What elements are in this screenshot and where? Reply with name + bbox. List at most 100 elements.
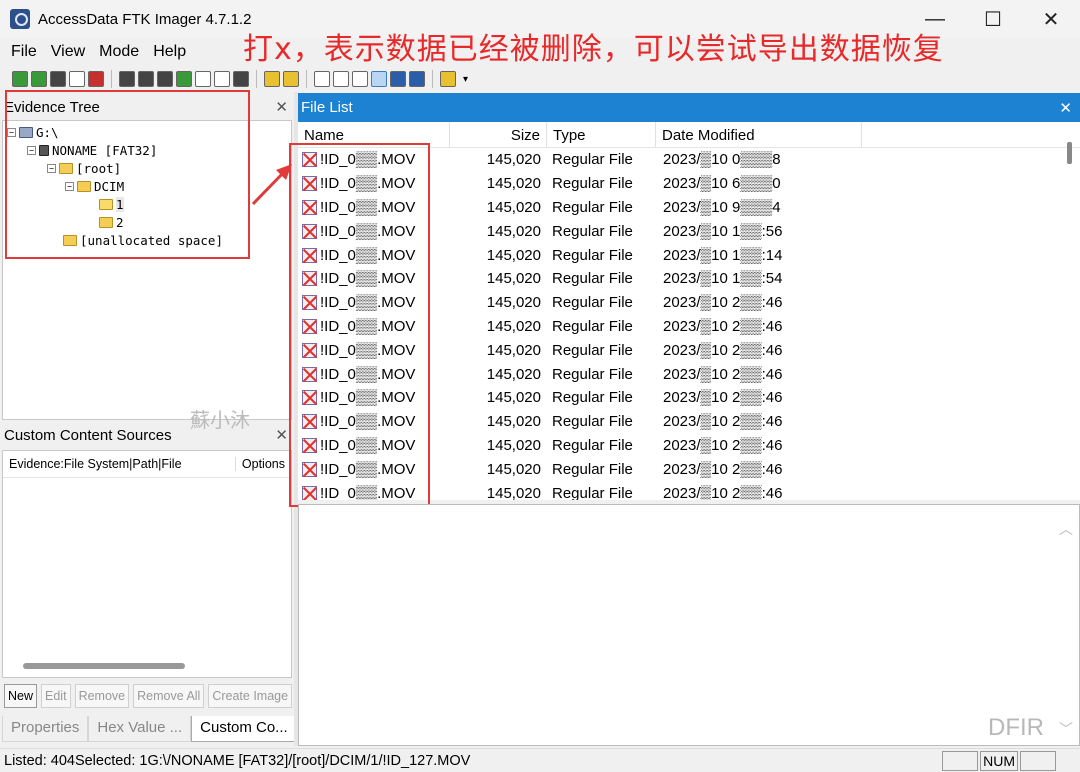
image-mounting-icon[interactable] — [50, 71, 66, 87]
col-size[interactable]: Size — [450, 122, 547, 148]
hex-view-icon[interactable] — [409, 71, 425, 87]
tab-custom-content[interactable]: Custom Co... — [191, 716, 297, 742]
memory-capture-icon[interactable] — [233, 71, 249, 87]
close-icon[interactable]: ✕ — [275, 98, 288, 116]
scroll-up-icon[interactable]: ︿ — [1059, 519, 1073, 539]
annotation-text: 打x，表示数据已经被删除，可以尝试导出数据恢复 — [243, 32, 944, 67]
custom-sources-title: Custom Content Sources — [4, 426, 172, 444]
file-size: 145,020 — [486, 175, 541, 193]
file-size: 145,020 — [486, 413, 541, 431]
remove-all-button[interactable]: Remove All — [133, 684, 205, 708]
properties-icon[interactable] — [352, 71, 368, 87]
toolbar-overflow-icon[interactable]: ▾ — [463, 74, 468, 85]
file-type: Regular File — [552, 389, 633, 407]
tab-hex-value[interactable]: Hex Value ... — [88, 716, 192, 742]
file-size: 145,020 — [486, 365, 541, 383]
file-type: Regular File — [552, 365, 633, 383]
export-image-icon[interactable] — [138, 71, 154, 87]
num-lock-indicator: NUM — [980, 750, 1018, 771]
file-date: 2023/▒10 9▒▒▒4 — [663, 198, 781, 216]
menu-help[interactable]: Help — [146, 43, 193, 61]
file-type: Regular File — [552, 151, 633, 169]
document-icon[interactable] — [333, 71, 349, 87]
vertical-scrollbar[interactable] — [1067, 142, 1072, 164]
file-size: 145,020 — [486, 270, 541, 288]
tab-properties[interactable]: Properties — [2, 716, 89, 742]
file-type: Regular File — [552, 246, 633, 264]
custom-sources-buttons: New Edit Remove Remove All Create Image — [4, 684, 293, 708]
file-date: 2023/▒10 2▒▒:46 — [663, 317, 783, 335]
dfir-mark: DFIR — [988, 714, 1044, 741]
close-button[interactable]: ✕ — [1022, 0, 1080, 38]
create-image-icon[interactable] — [119, 71, 135, 87]
file-type: Regular File — [552, 317, 633, 335]
export-files-icon[interactable] — [176, 71, 192, 87]
add-evidence-icon[interactable] — [12, 71, 28, 87]
menu-mode[interactable]: Mode — [92, 43, 146, 61]
file-date: 2023/▒10 0▒▒▒8 — [663, 151, 781, 169]
file-type: Regular File — [552, 460, 633, 478]
auto-view-icon[interactable] — [371, 71, 387, 87]
status-text: Listed: 404Selected: 1G:\/NONAME [FAT32]… — [4, 752, 471, 769]
file-type: Regular File — [552, 294, 633, 312]
edit-button[interactable]: Edit — [41, 684, 71, 708]
new-icon[interactable] — [314, 71, 330, 87]
file-size: 145,020 — [486, 246, 541, 264]
remove-all-evidence-icon[interactable] — [88, 71, 104, 87]
file-size: 145,020 — [486, 460, 541, 478]
key-icon[interactable] — [283, 71, 299, 87]
maximize-button[interactable]: ☐ — [964, 0, 1022, 38]
text-view-icon[interactable] — [390, 71, 406, 87]
file-type: Regular File — [552, 413, 633, 431]
file-list-header: File List ✕ — [298, 93, 1080, 122]
verify-drive-icon[interactable] — [264, 71, 280, 87]
file-date: 2023/▒10 2▒▒:46 — [663, 341, 783, 359]
close-icon[interactable]: ✕ — [275, 426, 288, 444]
arrow-icon — [251, 164, 292, 206]
remove-button[interactable]: Remove — [74, 684, 130, 708]
app-icon — [10, 9, 30, 29]
menu-file[interactable]: File — [4, 43, 44, 61]
remove-evidence-icon[interactable] — [69, 71, 85, 87]
file-date: 2023/▒10 2▒▒:46 — [663, 460, 783, 478]
toolbar-separator — [256, 70, 257, 88]
new-button[interactable]: New — [4, 684, 38, 708]
status-cell — [1020, 750, 1056, 771]
file-type: Regular File — [552, 222, 633, 240]
file-date: 2023/▒10 1▒▒:54 — [663, 270, 783, 288]
horizontal-scrollbar[interactable] — [23, 663, 185, 669]
col-type[interactable]: Type — [547, 122, 656, 148]
file-size: 145,020 — [486, 317, 541, 335]
file-type: Regular File — [552, 270, 633, 288]
custom-sources-list: Evidence:File System|Path|File Options — [2, 450, 292, 678]
highlight-box-files — [289, 143, 430, 507]
toolbar: ▾ — [0, 66, 1080, 92]
save-icon[interactable] — [157, 71, 173, 87]
col-date[interactable]: Date Modified — [656, 122, 862, 148]
toolbar-separator — [111, 70, 112, 88]
export-hash-icon[interactable] — [195, 71, 211, 87]
file-size: 145,020 — [486, 389, 541, 407]
viewer-pane: ︿ ﹀ — [298, 504, 1080, 746]
create-image-button[interactable]: Create Image — [208, 684, 293, 708]
highlight-box-tree — [5, 90, 250, 259]
decrypt-icon[interactable] — [214, 71, 230, 87]
custom-sources-header: Custom Content Sources ✕ — [0, 422, 294, 448]
menu-view[interactable]: View — [44, 43, 92, 61]
close-icon[interactable]: ✕ — [1059, 99, 1072, 117]
file-date: 2023/▒10 2▒▒:46 — [663, 484, 783, 500]
file-size: 145,020 — [486, 294, 541, 312]
file-date: 2023/▒10 2▒▒:46 — [663, 413, 783, 431]
toolbar-separator — [432, 70, 433, 88]
file-date: 2023/▒10 2▒▒:46 — [663, 294, 783, 312]
file-type: Regular File — [552, 198, 633, 216]
col-options[interactable]: Options — [234, 457, 285, 471]
file-type: Regular File — [552, 175, 633, 193]
scroll-down-icon[interactable]: ﹀ — [1059, 719, 1073, 739]
file-size: 145,020 — [486, 198, 541, 216]
file-type: Regular File — [552, 436, 633, 454]
help-icon[interactable] — [440, 71, 456, 87]
col-evidence[interactable]: Evidence:File System|Path|File — [9, 457, 182, 471]
toolbar-separator — [306, 70, 307, 88]
add-all-evidence-icon[interactable] — [31, 71, 47, 87]
